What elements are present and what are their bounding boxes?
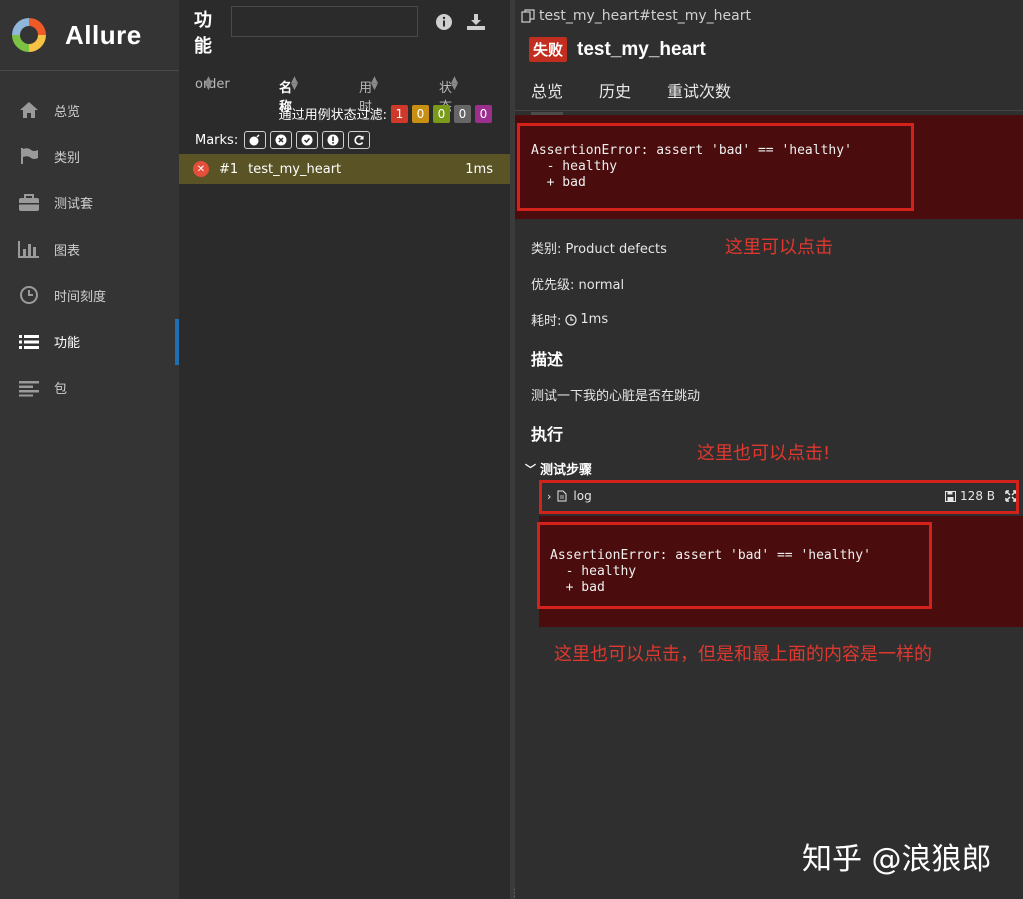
marks-label: Marks: (195, 132, 239, 148)
annotation-text: 这里也可以点击! (697, 443, 831, 464)
sidebar-item-label: 类别 (54, 150, 81, 166)
status-filter-label: 通过用例状态过滤: (278, 108, 387, 123)
duration-value: 1ms (580, 312, 609, 327)
duration-label: 耗时: (531, 314, 562, 329)
sidebar-nav: 总览 类别 测试套 图表 时间刻度 功能 包 (0, 87, 179, 411)
annotation-frame (539, 480, 1019, 514)
check-circle-icon[interactable] (296, 131, 319, 149)
sidebar-item-timeline[interactable]: 时间刻度 (0, 272, 179, 318)
clock-icon (565, 313, 577, 326)
search-input[interactable] (231, 6, 418, 37)
breadcrumb: test_my_heart#test_my_heart (521, 8, 751, 24)
annotation-frame (517, 123, 914, 211)
sort-arrows-icon: ▲ ▼ (291, 75, 298, 92)
sort-arrows-icon: ▲ ▼ (205, 75, 212, 92)
page-title: test_my_heart (577, 38, 706, 60)
filter-passed-toggle[interactable]: 0 (433, 104, 450, 123)
refresh-icon[interactable] (348, 131, 371, 149)
category-text: 类别: Product defects (531, 242, 667, 257)
align-left-icon (18, 377, 40, 399)
sort-header: order ▲▼ 名称 ▲▼ 用时 ▲▼ 状态 ▲▼ (179, 75, 510, 116)
sidebar-item-label: 图表 (54, 243, 81, 259)
exclamation-icon[interactable] (322, 131, 345, 149)
clock-icon (18, 284, 40, 306)
tree-panel: 功能 order ▲▼ 名称 ▲▼ 用时 ▲▼ 状态 (179, 0, 510, 899)
status-badge: 失败 (529, 37, 568, 62)
sidebar-item-suites[interactable]: 测试套 (0, 180, 179, 226)
sidebar-item-label: 包 (54, 382, 68, 398)
flag-icon (18, 145, 40, 167)
download-icon[interactable] (466, 12, 486, 32)
sidebar-item-overview[interactable]: 总览 (0, 87, 179, 133)
steps-toggle[interactable]: ﹀ 测试步骤 (525, 459, 593, 479)
test-name: test_my_heart (248, 161, 342, 177)
sidebar-item-label: 总览 (54, 104, 81, 120)
tab-overview[interactable]: 总览 (531, 78, 564, 115)
description-heading: 描述 (531, 350, 564, 369)
bar-chart-icon (18, 238, 40, 260)
bomb-icon[interactable] (244, 131, 267, 149)
sidebar-item-label: 时间刻度 (54, 289, 107, 305)
description-text: 测试一下我的心脏是否在跳动 (531, 389, 701, 404)
copy-icon[interactable] (521, 9, 535, 23)
sidebar-item-graphs[interactable]: 图表 (0, 226, 179, 272)
allure-report-window: Allure 总览 类别 测试套 图表 时间刻度 功能 包 功能 order ▲… (0, 0, 1023, 899)
filter-failed-toggle[interactable]: 1 (391, 104, 408, 123)
test-order: #1 (219, 161, 239, 177)
breadcrumb-text: test_my_heart#test_my_heart (539, 8, 751, 24)
execution-heading: 执行 (531, 425, 564, 444)
sort-arrows-icon: ▲ ▼ (451, 75, 458, 92)
annotation-text: 这里可以点击 (725, 237, 833, 258)
tab-history[interactable]: 历史 (599, 78, 631, 112)
test-duration: 1ms (465, 161, 493, 177)
sidebar: Allure 总览 类别 测试套 图表 时间刻度 功能 包 (0, 0, 179, 899)
failed-status-icon: ✕ (193, 161, 209, 177)
tree-title: 功能 (194, 10, 212, 57)
sidebar-item-packages[interactable]: 包 (0, 365, 179, 411)
watermark: 知乎 @浪狼郎 (802, 842, 992, 877)
sidebar-item-categories[interactable]: 类别 (0, 133, 179, 179)
annotation-text: 这里也可以点击，但是和最上面的内容是一样的 (554, 644, 932, 665)
tree-header: 功能 (179, 0, 510, 71)
chevron-down-icon: ﹀ (525, 462, 536, 476)
list-icon (18, 331, 40, 353)
sidebar-item-label: 功能 (54, 336, 81, 352)
sort-arrows-icon: ▲ ▼ (371, 75, 378, 92)
status-filter: 通过用例状态过滤: 1 0 0 0 0 (279, 104, 492, 123)
duration-row: 耗时: 1ms (531, 310, 608, 329)
annotation-frame (537, 522, 932, 609)
severity-text: 优先级: normal (531, 278, 625, 293)
detail-tabs: 总览 历史 重试次数 (515, 70, 1023, 115)
marks-filter: Marks: (195, 131, 371, 149)
briefcase-icon (18, 192, 40, 214)
filter-skipped-toggle[interactable]: 0 (454, 104, 471, 123)
info-icon[interactable] (434, 12, 454, 32)
filter-unknown-toggle[interactable]: 0 (475, 104, 492, 123)
brand[interactable]: Allure (0, 0, 179, 71)
sidebar-item-behaviors[interactable]: 功能 (0, 318, 179, 366)
sidebar-item-label: 测试套 (54, 197, 94, 213)
x-circle-icon[interactable] (270, 131, 293, 149)
tab-retries[interactable]: 重试次数 (667, 78, 731, 112)
table-row[interactable]: ✕ #1 test_my_heart 1ms (179, 154, 510, 184)
steps-label: 测试步骤 (540, 463, 593, 478)
test-title-row: 失败 test_my_heart (529, 37, 706, 62)
filter-broken-toggle[interactable]: 0 (412, 104, 429, 123)
allure-logo-icon (12, 18, 46, 52)
test-detail-panel: test_my_heart#test_my_heart 失败 test_my_h… (515, 0, 1023, 899)
brand-name: Allure (65, 19, 142, 50)
home-icon (18, 99, 40, 121)
